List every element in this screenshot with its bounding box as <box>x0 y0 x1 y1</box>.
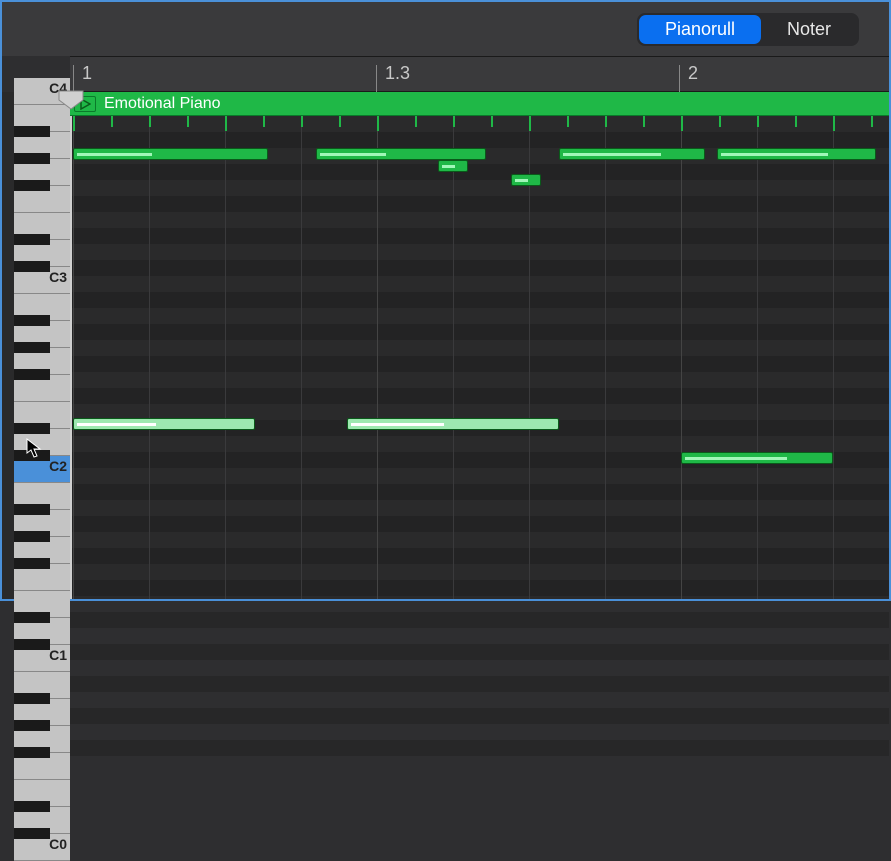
grid-row <box>70 676 889 692</box>
grid-row <box>70 228 889 244</box>
grid-row <box>70 740 889 756</box>
piano-keyboard[interactable]: C4C3C2C1C0 <box>2 92 70 599</box>
grid-row <box>70 468 889 484</box>
piano-black-key[interactable] <box>14 558 50 569</box>
grid-col <box>225 92 226 599</box>
piano-black-key[interactable] <box>14 234 50 245</box>
grid-row <box>70 628 889 644</box>
grid-row <box>70 532 889 548</box>
grid-row <box>70 500 889 516</box>
midi-note[interactable] <box>681 452 833 464</box>
piano-black-key[interactable] <box>14 423 50 434</box>
grid-row <box>70 372 889 388</box>
timeline-ruler[interactable]: 1 1.3 2 <box>70 56 889 92</box>
piano-roll-grid[interactable] <box>70 92 889 599</box>
midi-note[interactable] <box>511 174 541 186</box>
grid-row <box>70 596 889 612</box>
toolbar: Pianorull Noter <box>2 2 889 56</box>
grid-row <box>70 580 889 596</box>
grid-row <box>70 308 889 324</box>
key-label: C3 <box>49 269 67 285</box>
grid-row <box>70 164 889 180</box>
grid-row <box>70 276 889 292</box>
grid-col <box>301 92 302 599</box>
midi-note[interactable] <box>438 160 468 172</box>
piano-black-key[interactable] <box>14 504 50 515</box>
piano-black-key[interactable] <box>14 828 50 839</box>
grid-col <box>149 92 150 599</box>
view-tabs: Pianorull Noter <box>637 13 859 46</box>
grid-row <box>70 260 889 276</box>
key-label: C2 <box>49 458 67 474</box>
grid-col <box>529 92 530 599</box>
ruler-mark: 1.3 <box>385 63 410 84</box>
piano-black-key[interactable] <box>14 153 50 164</box>
midi-note[interactable] <box>717 148 875 160</box>
grid-row <box>70 724 889 740</box>
grid-row <box>70 708 889 724</box>
piano-black-key[interactable] <box>14 369 50 380</box>
region-ticks <box>70 116 889 131</box>
grid-row <box>70 644 889 660</box>
grid-row <box>70 612 889 628</box>
piano-black-key[interactable] <box>14 315 50 326</box>
grid-col <box>377 92 378 599</box>
grid-row <box>70 180 889 196</box>
grid-row <box>70 484 889 500</box>
grid-col <box>605 92 606 599</box>
piano-black-key[interactable] <box>14 747 50 758</box>
midi-note[interactable] <box>73 148 268 160</box>
grid-row <box>70 340 889 356</box>
grid-row <box>70 660 889 676</box>
key-label: C1 <box>49 647 67 663</box>
grid-row <box>70 324 889 340</box>
grid-row <box>70 356 889 372</box>
grid-col <box>681 92 682 599</box>
grid-row <box>70 196 889 212</box>
key-label: C0 <box>49 836 67 852</box>
grid-row <box>70 292 889 308</box>
grid-col <box>73 92 74 599</box>
piano-black-key[interactable] <box>14 639 50 650</box>
piano-black-key[interactable] <box>14 180 50 191</box>
piano-black-key[interactable] <box>14 261 50 272</box>
cursor-arrow-icon <box>26 438 44 458</box>
midi-note[interactable] <box>559 148 705 160</box>
grid-row <box>70 436 889 452</box>
midi-note[interactable] <box>347 418 560 430</box>
midi-note[interactable] <box>73 418 255 430</box>
piano-black-key[interactable] <box>14 126 50 137</box>
piano-black-key[interactable] <box>14 693 50 704</box>
piano-black-key[interactable] <box>14 720 50 731</box>
grid-row <box>70 692 889 708</box>
grid-row <box>70 244 889 260</box>
midi-note[interactable] <box>316 148 486 160</box>
piano-black-key[interactable] <box>14 801 50 812</box>
grid-row <box>70 548 889 564</box>
grid-row <box>70 212 889 228</box>
grid-row <box>70 388 889 404</box>
playhead-handle[interactable] <box>58 90 84 110</box>
grid-row <box>70 516 889 532</box>
region-header[interactable]: Emotional Piano <box>70 92 889 116</box>
tab-noter[interactable]: Noter <box>761 15 857 44</box>
grid-col <box>757 92 758 599</box>
grid-col <box>833 92 834 599</box>
ruler-mark: 1 <box>82 63 92 84</box>
playhead-line <box>70 92 72 599</box>
piano-black-key[interactable] <box>14 612 50 623</box>
ruler-mark: 2 <box>688 63 698 84</box>
grid-row <box>70 132 889 148</box>
piano-black-key[interactable] <box>14 342 50 353</box>
piano-black-key[interactable] <box>14 531 50 542</box>
tab-pianorull[interactable]: Pianorull <box>639 15 761 44</box>
grid-row <box>70 564 889 580</box>
region-title: Emotional Piano <box>104 95 221 113</box>
